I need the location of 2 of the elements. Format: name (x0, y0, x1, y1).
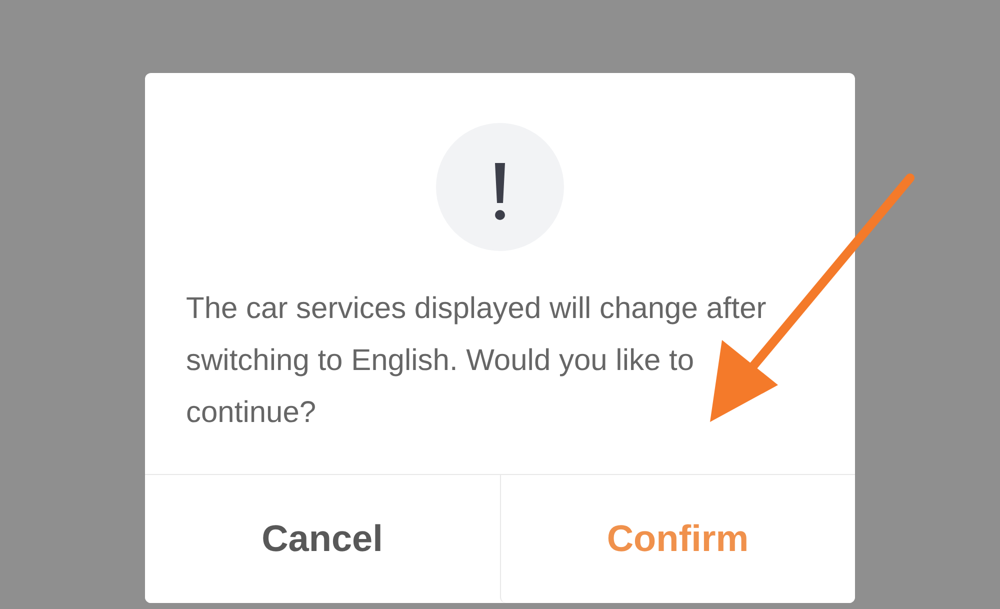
exclamation-icon (436, 123, 564, 251)
dialog-message: The car services displayed will change after switching to English. Would you like to continue? (186, 291, 768, 431)
